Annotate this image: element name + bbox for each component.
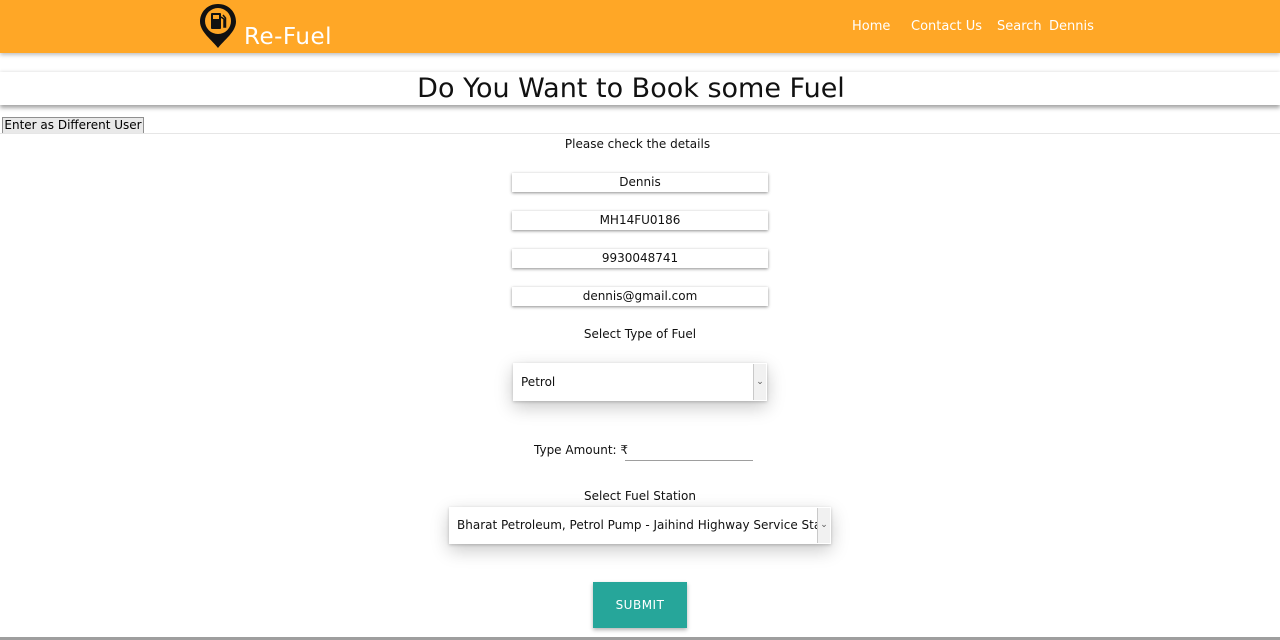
chevron-down-icon[interactable]: ⌄ bbox=[817, 508, 830, 543]
enter-different-user-button[interactable]: Enter as Different User bbox=[2, 117, 144, 134]
nav-home-link[interactable]: Home bbox=[852, 19, 890, 34]
nav-search-link[interactable]: Search bbox=[997, 19, 1042, 34]
amount-input[interactable] bbox=[625, 443, 753, 461]
nav-contact-link[interactable]: Contact Us bbox=[911, 19, 982, 34]
phone-field[interactable]: 9930048741 bbox=[512, 249, 768, 268]
fuel-type-select[interactable]: Petrol ⌄ bbox=[513, 363, 767, 401]
submit-button[interactable]: SUBMIT bbox=[593, 582, 687, 628]
check-details-label: Please check the details bbox=[564, 137, 711, 151]
email-field[interactable]: dennis@gmail.com bbox=[512, 287, 768, 306]
vehicle-number-field[interactable]: MH14FU0186 bbox=[512, 211, 768, 230]
fuel-station-label: Select Fuel Station bbox=[584, 489, 696, 503]
chevron-down-icon[interactable]: ⌄ bbox=[753, 364, 766, 400]
fuel-type-label: Select Type of Fuel bbox=[583, 327, 697, 341]
brand-name[interactable]: Re-Fuel bbox=[244, 24, 332, 50]
top-navbar: Re-Fuel Home Contact Us Search Dennis bbox=[0, 0, 1280, 53]
amount-label: Type Amount: ₹ bbox=[534, 443, 629, 457]
fuel-station-select[interactable]: Bharat Petroleum, Petrol Pump - Jaihind … bbox=[449, 507, 831, 544]
fuel-pump-location-pin-icon[interactable] bbox=[198, 2, 238, 50]
fuel-type-selected-value: Petrol bbox=[521, 375, 556, 389]
nav-user-link[interactable]: Dennis bbox=[1049, 19, 1094, 34]
name-field[interactable]: Dennis bbox=[512, 173, 768, 192]
divider bbox=[0, 133, 1280, 134]
fuel-station-selected-value: Bharat Petroleum, Petrol Pump - Jaihind … bbox=[457, 518, 817, 532]
page-title: Do You Want to Book some Fuel bbox=[417, 73, 845, 104]
